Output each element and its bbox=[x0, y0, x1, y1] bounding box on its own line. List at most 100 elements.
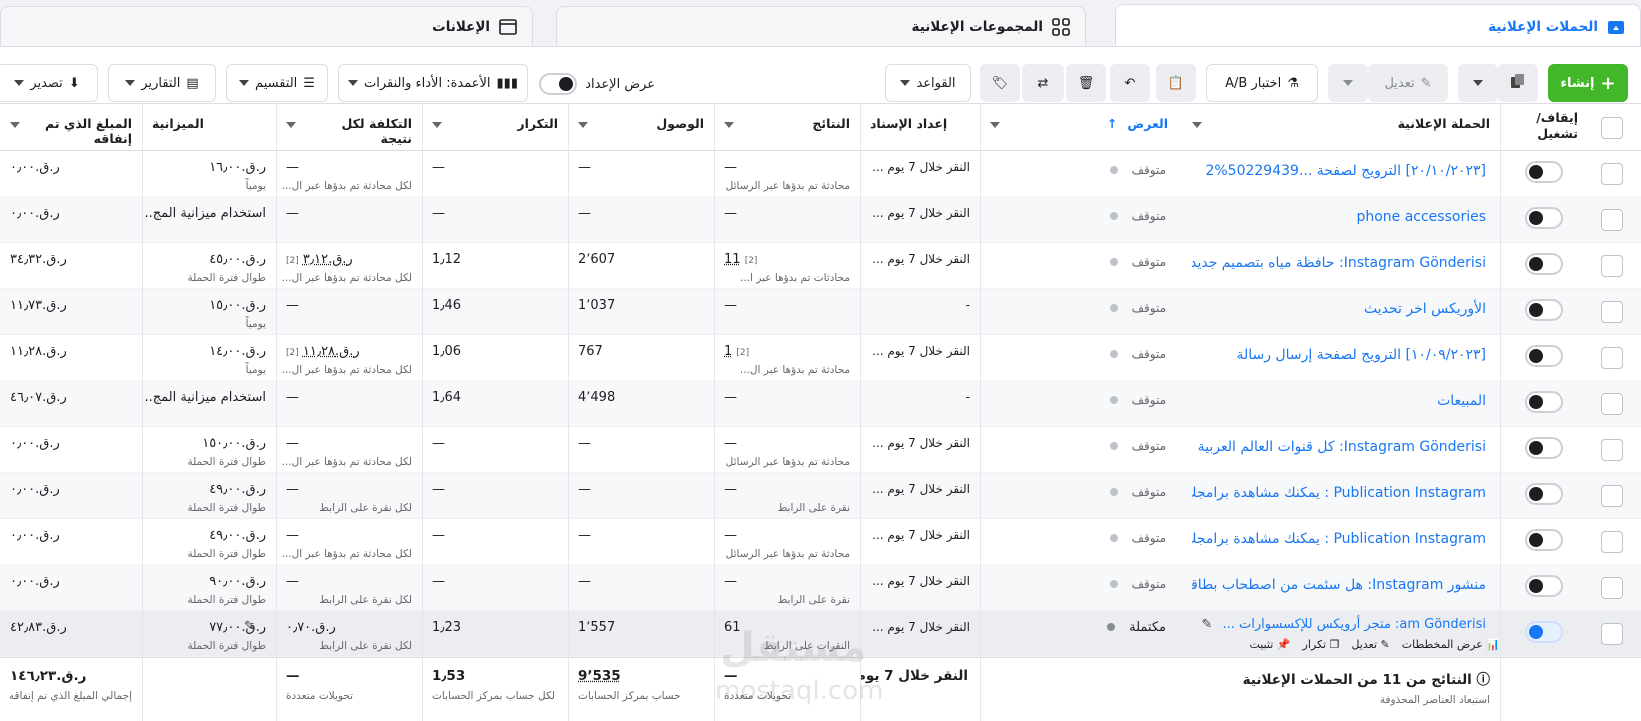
header-amount-spent[interactable]: المبلغ الذي تم إنفاقه bbox=[0, 104, 142, 152]
pin-icon: 📌 bbox=[1276, 638, 1291, 651]
campaign-toggle[interactable] bbox=[1525, 161, 1563, 183]
table-row[interactable]: Instagram Gönderisi: حافظة مياه بتصميم ج… bbox=[0, 243, 1641, 289]
campaign-toggle[interactable] bbox=[1525, 391, 1563, 413]
header-frequency[interactable]: التكرار bbox=[422, 104, 568, 152]
header-budget[interactable]: الميزانية bbox=[142, 104, 276, 152]
campaign-name-link[interactable]: [١٠/٠٩/٢٠٢٣] الترويج لصفحة إرسال رسالة bbox=[1192, 335, 1496, 381]
campaign-toggle[interactable] bbox=[1525, 621, 1563, 643]
table-row[interactable]: المبيعات متوقف - — 4٬498 1٫64 — استخدام … bbox=[0, 381, 1641, 427]
edit-button[interactable]: ✎ تعديل bbox=[1368, 64, 1448, 102]
tab-ads[interactable]: الإعلانات bbox=[0, 6, 533, 46]
campaign-name-link[interactable]: phone accessories bbox=[1192, 197, 1496, 243]
tab-adsets[interactable]: المجموعات الإعلانية bbox=[556, 6, 1086, 46]
row-checkbox[interactable] bbox=[1601, 577, 1623, 599]
pencil-icon[interactable]: ✎ bbox=[244, 619, 255, 634]
header-reach[interactable]: الوصول bbox=[568, 104, 714, 152]
summary-cost-per-result: — تحويلات متعددة bbox=[286, 668, 354, 702]
campaign-name-link[interactable]: Instagram Gönderisi: كل قنوات العالم الع… bbox=[1192, 427, 1496, 473]
campaign-name-link[interactable]: منشور Instagram: هل سئمت من اصطحاب بطاقة… bbox=[1192, 565, 1496, 611]
table-row[interactable]: Publication Instagram : يمكنك مشاهدة برا… bbox=[0, 519, 1641, 565]
status-dot-icon bbox=[1107, 623, 1115, 631]
table-row[interactable]: Publication Instagram : يمكنك مشاهدة برا… bbox=[0, 473, 1641, 519]
attribution-setting: النقر خلال 7 يوم ... bbox=[872, 482, 970, 496]
budget-value: استخدام ميزانية المج... bbox=[142, 390, 266, 405]
campaign-toggle[interactable] bbox=[1525, 529, 1563, 551]
table-row[interactable]: Instagram Gönderisi: كل قنوات العالم الع… bbox=[0, 427, 1641, 473]
cost-per-result-value: — bbox=[286, 390, 299, 405]
campaign-name-link[interactable]: المبيعات bbox=[1192, 381, 1496, 427]
header-results[interactable]: النتائج bbox=[714, 104, 860, 152]
status-dot-icon bbox=[1109, 350, 1118, 358]
move-button[interactable]: ⇄ bbox=[1022, 64, 1064, 102]
campaign-toggle[interactable] bbox=[1525, 299, 1563, 321]
table-row[interactable]: منشور Instagram: هل سئمت من اصطحاب بطاقة… bbox=[0, 565, 1641, 611]
row-checkbox[interactable] bbox=[1601, 393, 1623, 415]
delete-button[interactable]: 🗑 bbox=[1066, 64, 1106, 102]
chevron-down-icon bbox=[348, 80, 359, 86]
pencil-icon[interactable]: ✎ bbox=[1201, 617, 1212, 632]
duplicate-action[interactable]: ❐ تكرار bbox=[1303, 638, 1340, 651]
row-checkbox[interactable] bbox=[1601, 255, 1623, 277]
export-button[interactable]: ⬇ تصدير bbox=[0, 64, 98, 102]
clipboard-button[interactable]: 📋 bbox=[1156, 64, 1196, 102]
campaign-name-link[interactable]: الأوريكس اخر تحديث bbox=[1192, 289, 1496, 335]
campaign-toggle[interactable] bbox=[1525, 437, 1563, 459]
reports-button[interactable]: ▤ التقارير bbox=[108, 64, 216, 102]
view-charts-action[interactable]: 📊 عرض المخططات bbox=[1402, 638, 1500, 651]
header-attribution[interactable]: إعداد الإسناد bbox=[860, 104, 978, 152]
view-setup-switch[interactable] bbox=[539, 73, 578, 95]
summary-row: ⓘ النتائج من 11 من الحملات الإعلانية است… bbox=[0, 657, 1641, 721]
campaign-toggle[interactable] bbox=[1525, 207, 1563, 229]
select-all-checkbox[interactable] bbox=[1601, 117, 1623, 139]
row-checkbox[interactable] bbox=[1601, 439, 1623, 461]
header-toggle[interactable]: إيقاف/ تشغيل bbox=[1502, 104, 1588, 152]
ad-icon bbox=[498, 17, 518, 37]
campaign-name-link[interactable]: Instagram Gönderisi: حافظة مياه بتصميم ج… bbox=[1192, 243, 1496, 289]
table-row[interactable]: phone accessories متوقف النقر خلال 7 يوم… bbox=[0, 197, 1641, 243]
duplicate-button[interactable] bbox=[1498, 64, 1538, 102]
campaign-name-link[interactable]: Publication Instagram : يمكنك مشاهدة برا… bbox=[1192, 519, 1496, 565]
tag-button[interactable]: 🏷 bbox=[980, 64, 1020, 102]
campaign-toggle[interactable] bbox=[1525, 575, 1563, 597]
row-checkbox[interactable] bbox=[1601, 347, 1623, 369]
campaign-toggle[interactable] bbox=[1525, 253, 1563, 275]
ab-test-button[interactable]: ⚗ اختبار A/B bbox=[1206, 64, 1318, 102]
edit-action[interactable]: ✎ تعديل bbox=[1351, 638, 1389, 651]
view-setup-toggle[interactable]: عرض الإعداد bbox=[535, 72, 655, 96]
campaign-toggle[interactable] bbox=[1525, 483, 1563, 505]
table-row[interactable]: [٢٠/١٠/٢٠٢٣] الترويج لصفحة ...50229439%2… bbox=[0, 151, 1641, 197]
attribution-setting: النقر خلال 7 يوم ... bbox=[872, 528, 970, 542]
tab-bar: الحملات الإعلانية المجموعات الإعلانية ال… bbox=[0, 0, 1641, 48]
reach-value: — bbox=[578, 436, 591, 451]
duplicate-dropdown[interactable] bbox=[1458, 64, 1498, 102]
reach-value: — bbox=[578, 574, 591, 589]
table-row[interactable]: am Gönderisi: متجر أرويكس للإكسسوارات ..… bbox=[0, 611, 1641, 657]
header-campaign[interactable]: الحملة الإعلانية bbox=[1182, 104, 1500, 152]
columns-button[interactable]: ▮▮▮ الأعمدة: الأداء والنقرات bbox=[338, 64, 528, 102]
tab-campaigns[interactable]: الحملات الإعلانية bbox=[1115, 4, 1641, 48]
campaign-name-link[interactable]: [٢٠/١٠/٢٠٢٣] الترويج لصفحة ...50229439%2 bbox=[1192, 151, 1496, 197]
campaign-toggle[interactable] bbox=[1525, 345, 1563, 367]
create-button[interactable]: + إنشاء bbox=[1548, 64, 1628, 102]
table-row[interactable]: الأوريكس اخر تحديث متوقف - — 1٬037 1٫46 … bbox=[0, 289, 1641, 335]
row-checkbox[interactable] bbox=[1601, 623, 1623, 645]
pin-action[interactable]: 📌 تثبيت bbox=[1249, 638, 1290, 651]
row-checkbox[interactable] bbox=[1601, 209, 1623, 231]
status-dot-icon bbox=[1109, 166, 1118, 174]
rules-button[interactable]: القواعد bbox=[885, 64, 971, 102]
breakdown-button[interactable]: ☰ التقسيم bbox=[226, 64, 328, 102]
row-checkbox[interactable] bbox=[1601, 163, 1623, 185]
row-checkbox[interactable] bbox=[1601, 531, 1623, 553]
chevron-down-icon bbox=[990, 122, 1000, 128]
row-checkbox[interactable] bbox=[1601, 301, 1623, 323]
table-row[interactable]: [١٠/٠٩/٢٠٢٣] الترويج لصفحة إرسال رسالة م… bbox=[0, 335, 1641, 381]
campaign-name-link[interactable]: Publication Instagram : يمكنك مشاهدة برا… bbox=[1192, 473, 1496, 519]
undo-button[interactable]: ↶ bbox=[1110, 64, 1150, 102]
row-checkbox[interactable] bbox=[1601, 485, 1623, 507]
duplicate-icon: ❐ bbox=[1329, 638, 1340, 651]
header-delivery[interactable]: ↑ العرض bbox=[980, 104, 1178, 152]
edit-dropdown[interactable] bbox=[1328, 64, 1368, 102]
chevron-down-icon bbox=[286, 122, 296, 128]
tag-icon: 🏷 bbox=[991, 75, 1009, 91]
header-cost-per-result[interactable]: التكلفة لكل نتيجة bbox=[276, 104, 422, 152]
